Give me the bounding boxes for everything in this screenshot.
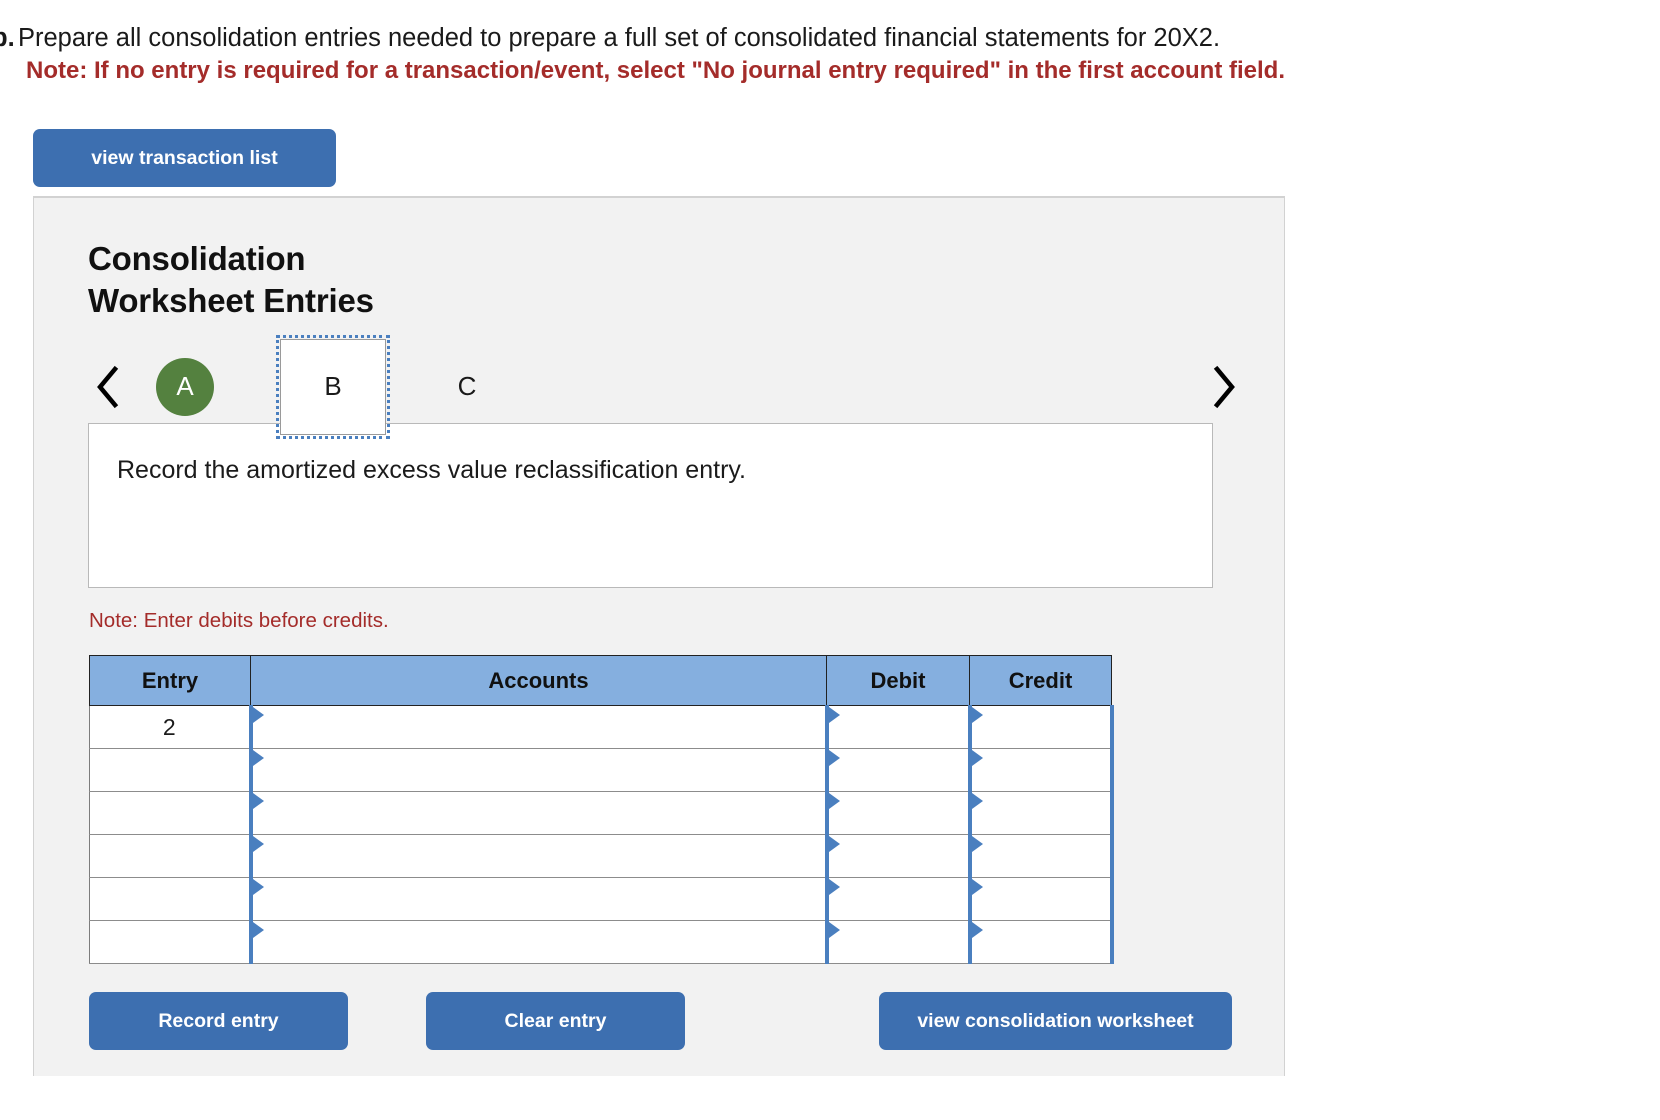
column-header-debit: Debit [826, 655, 970, 707]
dropdown-arrow-icon [828, 793, 840, 810]
tab-entry-c-label: C [457, 371, 477, 402]
debit-input-4[interactable] [824, 834, 970, 879]
table-row [89, 748, 1114, 793]
panel-title-line1: Consolidation [88, 239, 306, 277]
panel-title: Consolidation Worksheet Entries [34, 198, 454, 322]
dropdown-arrow-icon [971, 750, 983, 767]
table-row [89, 920, 1114, 965]
dropdown-arrow-icon [828, 922, 840, 939]
dropdown-arrow-icon [971, 707, 983, 724]
dropdown-arrow-icon [828, 707, 840, 724]
question-prompt: b.Prepare all consolidation entries need… [0, 0, 1660, 86]
table-row: 2 [89, 705, 1114, 750]
debit-input-1[interactable] [824, 705, 970, 750]
entry-number-cell [89, 877, 251, 922]
credit-input-5[interactable] [967, 877, 1114, 922]
view-consolidation-worksheet-button[interactable]: view consolidation worksheet [879, 992, 1232, 1051]
debit-input-5[interactable] [824, 877, 970, 922]
dropdown-arrow-icon [252, 707, 264, 724]
question-line: b.Prepare all consolidation entries need… [0, 22, 1660, 55]
tab-entry-b-label: B [324, 371, 342, 402]
column-header-credit: Credit [969, 655, 1112, 707]
journal-entry-table: Entry Accounts Debit Credit 2 [89, 655, 1114, 965]
credit-input-1[interactable] [967, 705, 1114, 750]
entry-number-cell: 2 [89, 705, 251, 750]
table-row [89, 791, 1114, 836]
consolidation-worksheet-panel: Consolidation Worksheet Entries A B C Re… [33, 195, 1285, 1076]
credit-input-6[interactable] [967, 920, 1114, 965]
debit-input-6[interactable] [824, 920, 970, 965]
tab-entry-a[interactable]: A [156, 357, 214, 416]
dropdown-arrow-icon [252, 750, 264, 767]
entry-action-buttons: Record entry Clear entry view consolidat… [89, 992, 1284, 1051]
chevron-right-icon[interactable] [1204, 363, 1244, 411]
dropdown-arrow-icon [971, 836, 983, 853]
toolbar: view transaction list [33, 128, 1660, 187]
question-letter: b. [0, 24, 15, 52]
credit-input-2[interactable] [967, 748, 1114, 793]
tab-entry-c[interactable]: C [438, 358, 496, 416]
view-transaction-list-button[interactable]: view transaction list [33, 128, 336, 187]
tab-entry-a-label: A [176, 371, 194, 402]
tab-entry-b[interactable]: B [276, 334, 390, 439]
account-select-5[interactable] [248, 877, 827, 922]
column-header-entry: Entry [89, 655, 251, 707]
dropdown-arrow-icon [828, 879, 840, 896]
journal-entry-table-wrapper: Entry Accounts Debit Credit 2 [89, 655, 1114, 965]
credit-input-4[interactable] [967, 834, 1114, 879]
dropdown-arrow-icon [828, 750, 840, 767]
entry-number-cell [89, 834, 251, 879]
question-text: Prepare all consolidation entries needed… [18, 24, 1221, 52]
table-row [89, 834, 1114, 879]
record-entry-button[interactable]: Record entry [89, 992, 348, 1051]
entry-tabs: A B C [156, 334, 554, 439]
dropdown-arrow-icon [828, 836, 840, 853]
entry-tab-strip: A B C [34, 334, 1284, 439]
dropdown-arrow-icon [252, 793, 264, 810]
debit-input-3[interactable] [824, 791, 970, 836]
debit-input-2[interactable] [824, 748, 970, 793]
entry-number-cell [89, 791, 251, 836]
chevron-left-icon[interactable] [88, 363, 128, 411]
account-select-2[interactable] [248, 748, 827, 793]
dropdown-arrow-icon [971, 793, 983, 810]
entry-number-cell [89, 920, 251, 965]
entry-number-cell [89, 748, 251, 793]
table-row [89, 877, 1114, 922]
entry-description-box: Record the amortized excess value reclas… [88, 423, 1213, 589]
clear-entry-button[interactable]: Clear entry [426, 992, 685, 1051]
account-select-6[interactable] [248, 920, 827, 965]
dropdown-arrow-icon [252, 879, 264, 896]
column-header-accounts: Accounts [250, 655, 827, 707]
panel-title-line2: Worksheet Entries [88, 282, 374, 320]
account-select-1[interactable] [248, 705, 827, 750]
debits-note: Note: Enter debits before credits. [89, 609, 389, 633]
credit-input-3[interactable] [967, 791, 1114, 836]
account-select-3[interactable] [248, 791, 827, 836]
entry-description-text: Record the amortized excess value reclas… [117, 456, 746, 485]
account-select-4[interactable] [248, 834, 827, 879]
question-note: Note: If no entry is required for a tran… [26, 56, 1285, 84]
table-header-row: Entry Accounts Debit Credit [89, 655, 1112, 707]
dropdown-arrow-icon [252, 836, 264, 853]
dropdown-arrow-icon [971, 922, 983, 939]
dropdown-arrow-icon [252, 922, 264, 939]
dropdown-arrow-icon [971, 879, 983, 896]
